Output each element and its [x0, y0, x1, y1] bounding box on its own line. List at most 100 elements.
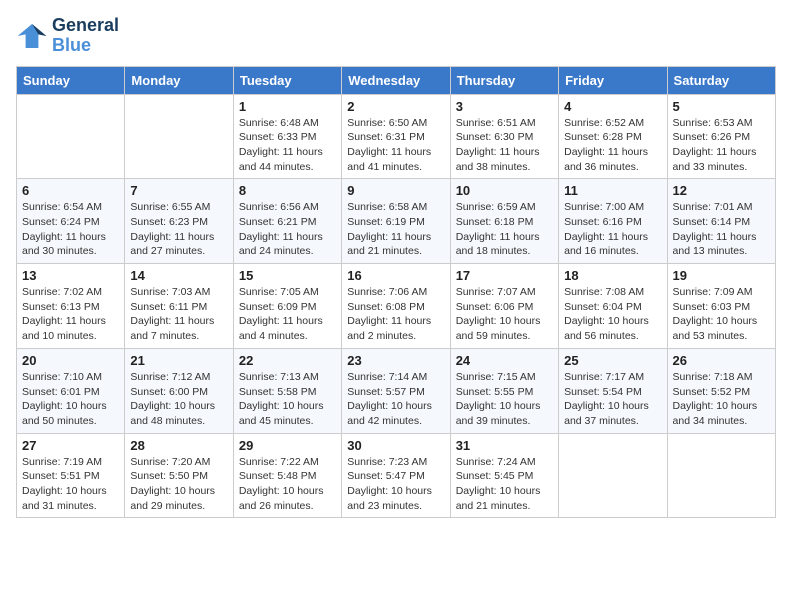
- day-number: 8: [239, 183, 336, 198]
- day-number: 5: [673, 99, 770, 114]
- logo: General Blue: [16, 16, 119, 56]
- day-number: 6: [22, 183, 119, 198]
- day-number: 12: [673, 183, 770, 198]
- weekday-header-thursday: Thursday: [450, 66, 558, 94]
- calendar-cell: 3Sunrise: 6:51 AM Sunset: 6:30 PM Daylig…: [450, 94, 558, 179]
- weekday-header-saturday: Saturday: [667, 66, 775, 94]
- calendar-cell: 27 Sunrise: 7:19 AM Sunset: 5:51 PM Dayli…: [17, 433, 125, 518]
- calendar-cell: 15 Sunrise: 7:05 AM Sunset: 6:09 PM Dayli…: [233, 264, 341, 349]
- weekday-header-monday: Monday: [125, 66, 233, 94]
- calendar-cell: [125, 94, 233, 179]
- day-number: 15: [239, 268, 336, 283]
- day-detail: Sunrise: 7:15 AM Sunset: 5:55 PM Dayligh…: [456, 370, 553, 429]
- calendar-cell: 1Sunrise: 6:48 AM Sunset: 6:33 PM Daylig…: [233, 94, 341, 179]
- calendar-cell: 29 Sunrise: 7:22 AM Sunset: 5:48 PM Dayli…: [233, 433, 341, 518]
- day-number: 4: [564, 99, 661, 114]
- day-detail: Sunrise: 6:48 AM Sunset: 6:33 PM Dayligh…: [239, 116, 336, 175]
- calendar-cell: 9Sunrise: 6:58 AM Sunset: 6:19 PM Daylig…: [342, 179, 450, 264]
- day-detail: Sunrise: 6:56 AM Sunset: 6:21 PM Dayligh…: [239, 200, 336, 259]
- weekday-header-wednesday: Wednesday: [342, 66, 450, 94]
- day-detail: Sunrise: 7:13 AM Sunset: 5:58 PM Dayligh…: [239, 370, 336, 429]
- day-detail: Sunrise: 6:54 AM Sunset: 6:24 PM Dayligh…: [22, 200, 119, 259]
- calendar-cell: [559, 433, 667, 518]
- day-number: 16: [347, 268, 444, 283]
- day-detail: Sunrise: 7:24 AM Sunset: 5:45 PM Dayligh…: [456, 455, 553, 514]
- day-detail: Sunrise: 7:07 AM Sunset: 6:06 PM Dayligh…: [456, 285, 553, 344]
- day-number: 31: [456, 438, 553, 453]
- day-number: 17: [456, 268, 553, 283]
- day-number: 14: [130, 268, 227, 283]
- calendar-cell: 4 Sunrise: 6:52 AM Sunset: 6:28 PM Daylig…: [559, 94, 667, 179]
- calendar-cell: 30 Sunrise: 7:23 AM Sunset: 5:47 PM Dayli…: [342, 433, 450, 518]
- day-detail: Sunrise: 7:06 AM Sunset: 6:08 PM Dayligh…: [347, 285, 444, 344]
- day-detail: Sunrise: 7:10 AM Sunset: 6:01 PM Dayligh…: [22, 370, 119, 429]
- day-number: 26: [673, 353, 770, 368]
- calendar-cell: 25 Sunrise: 7:17 AM Sunset: 5:54 PM Dayli…: [559, 348, 667, 433]
- day-detail: Sunrise: 7:20 AM Sunset: 5:50 PM Dayligh…: [130, 455, 227, 514]
- day-number: 25: [564, 353, 661, 368]
- day-detail: Sunrise: 6:55 AM Sunset: 6:23 PM Dayligh…: [130, 200, 227, 259]
- calendar-cell: 8 Sunrise: 6:56 AM Sunset: 6:21 PM Daylig…: [233, 179, 341, 264]
- day-detail: Sunrise: 6:51 AM Sunset: 6:30 PM Dayligh…: [456, 116, 553, 175]
- calendar-cell: 11 Sunrise: 7:00 AM Sunset: 6:16 PM Dayli…: [559, 179, 667, 264]
- calendar-cell: [667, 433, 775, 518]
- day-number: 2: [347, 99, 444, 114]
- day-number: 20: [22, 353, 119, 368]
- day-detail: Sunrise: 7:02 AM Sunset: 6:13 PM Dayligh…: [22, 285, 119, 344]
- day-detail: Sunrise: 7:00 AM Sunset: 6:16 PM Dayligh…: [564, 200, 661, 259]
- header: General Blue: [16, 16, 776, 56]
- day-number: 27: [22, 438, 119, 453]
- calendar-cell: 18Sunrise: 7:08 AM Sunset: 6:04 PM Dayli…: [559, 264, 667, 349]
- calendar-cell: 13 Sunrise: 7:02 AM Sunset: 6:13 PM Dayli…: [17, 264, 125, 349]
- calendar-cell: 12 Sunrise: 7:01 AM Sunset: 6:14 PM Dayli…: [667, 179, 775, 264]
- day-number: 22: [239, 353, 336, 368]
- day-detail: Sunrise: 7:05 AM Sunset: 6:09 PM Dayligh…: [239, 285, 336, 344]
- day-number: 13: [22, 268, 119, 283]
- day-number: 21: [130, 353, 227, 368]
- weekday-header-friday: Friday: [559, 66, 667, 94]
- calendar-cell: 17 Sunrise: 7:07 AM Sunset: 6:06 PM Dayli…: [450, 264, 558, 349]
- day-detail: Sunrise: 7:14 AM Sunset: 5:57 PM Dayligh…: [347, 370, 444, 429]
- logo-text: General Blue: [52, 16, 119, 56]
- calendar-cell: 26 Sunrise: 7:18 AM Sunset: 5:52 PM Dayli…: [667, 348, 775, 433]
- day-detail: Sunrise: 7:18 AM Sunset: 5:52 PM Dayligh…: [673, 370, 770, 429]
- calendar-cell: 6 Sunrise: 6:54 AM Sunset: 6:24 PM Daylig…: [17, 179, 125, 264]
- calendar-cell: 20 Sunrise: 7:10 AM Sunset: 6:01 PM Dayli…: [17, 348, 125, 433]
- day-detail: Sunrise: 7:22 AM Sunset: 5:48 PM Dayligh…: [239, 455, 336, 514]
- day-detail: Sunrise: 7:08 AM Sunset: 6:04 PM Dayligh…: [564, 285, 661, 344]
- day-number: 29: [239, 438, 336, 453]
- logo-icon: [16, 20, 48, 52]
- calendar-cell: 19 Sunrise: 7:09 AM Sunset: 6:03 PM Dayli…: [667, 264, 775, 349]
- day-detail: Sunrise: 7:09 AM Sunset: 6:03 PM Dayligh…: [673, 285, 770, 344]
- calendar-cell: 31 Sunrise: 7:24 AM Sunset: 5:45 PM Dayli…: [450, 433, 558, 518]
- day-detail: Sunrise: 7:01 AM Sunset: 6:14 PM Dayligh…: [673, 200, 770, 259]
- day-detail: Sunrise: 7:12 AM Sunset: 6:00 PM Dayligh…: [130, 370, 227, 429]
- day-number: 30: [347, 438, 444, 453]
- day-detail: Sunrise: 6:53 AM Sunset: 6:26 PM Dayligh…: [673, 116, 770, 175]
- calendar-cell: 10Sunrise: 6:59 AM Sunset: 6:18 PM Dayli…: [450, 179, 558, 264]
- weekday-header-tuesday: Tuesday: [233, 66, 341, 94]
- calendar-cell: [17, 94, 125, 179]
- day-number: 7: [130, 183, 227, 198]
- calendar-cell: 24 Sunrise: 7:15 AM Sunset: 5:55 PM Dayli…: [450, 348, 558, 433]
- day-detail: Sunrise: 7:03 AM Sunset: 6:11 PM Dayligh…: [130, 285, 227, 344]
- day-detail: Sunrise: 7:23 AM Sunset: 5:47 PM Dayligh…: [347, 455, 444, 514]
- day-number: 23: [347, 353, 444, 368]
- day-detail: Sunrise: 7:17 AM Sunset: 5:54 PM Dayligh…: [564, 370, 661, 429]
- day-number: 10: [456, 183, 553, 198]
- day-detail: Sunrise: 6:50 AM Sunset: 6:31 PM Dayligh…: [347, 116, 444, 175]
- day-detail: Sunrise: 7:19 AM Sunset: 5:51 PM Dayligh…: [22, 455, 119, 514]
- calendar-cell: 2 Sunrise: 6:50 AM Sunset: 6:31 PM Daylig…: [342, 94, 450, 179]
- day-number: 11: [564, 183, 661, 198]
- day-detail: Sunrise: 6:52 AM Sunset: 6:28 PM Dayligh…: [564, 116, 661, 175]
- day-number: 28: [130, 438, 227, 453]
- calendar-cell: 14 Sunrise: 7:03 AM Sunset: 6:11 PM Dayli…: [125, 264, 233, 349]
- weekday-header-sunday: Sunday: [17, 66, 125, 94]
- day-number: 19: [673, 268, 770, 283]
- calendar-cell: 5 Sunrise: 6:53 AM Sunset: 6:26 PM Daylig…: [667, 94, 775, 179]
- day-number: 24: [456, 353, 553, 368]
- calendar: SundayMondayTuesdayWednesdayThursdayFrid…: [16, 66, 776, 519]
- calendar-cell: 16 Sunrise: 7:06 AM Sunset: 6:08 PM Dayli…: [342, 264, 450, 349]
- calendar-cell: 7 Sunrise: 6:55 AM Sunset: 6:23 PM Daylig…: [125, 179, 233, 264]
- calendar-cell: 21 Sunrise: 7:12 AM Sunset: 6:00 PM Dayli…: [125, 348, 233, 433]
